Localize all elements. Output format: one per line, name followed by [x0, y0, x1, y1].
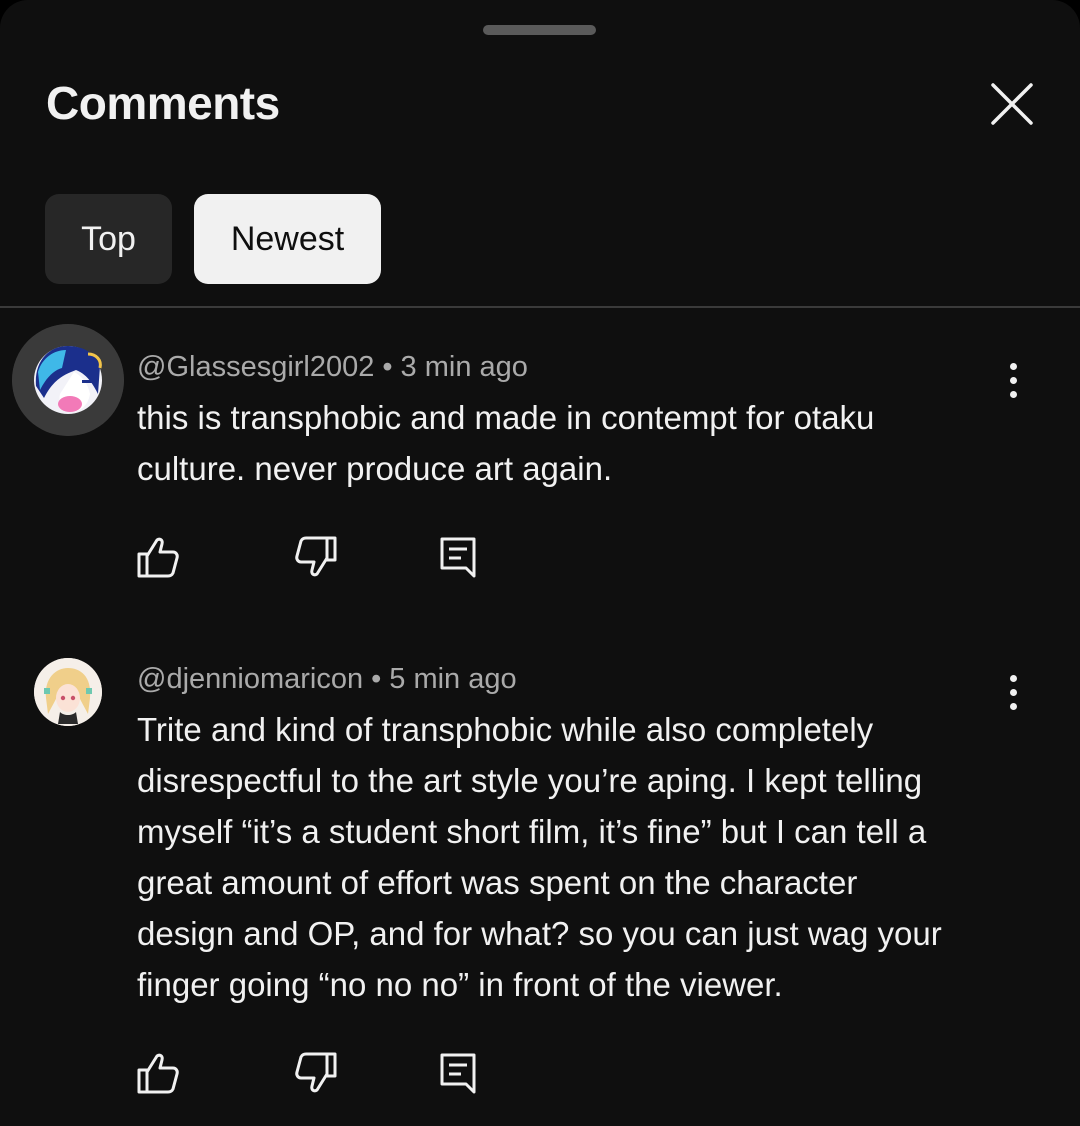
- chip-top[interactable]: Top: [45, 194, 172, 284]
- drag-handle[interactable]: [483, 25, 596, 35]
- meta-separator: •: [382, 351, 393, 383]
- close-button[interactable]: [986, 78, 1038, 130]
- chip-newest[interactable]: Newest: [194, 194, 381, 284]
- comment-meta: @Glassesgirl2002 • 3 min ago: [137, 347, 528, 387]
- reply-button[interactable]: [434, 533, 482, 581]
- dislike-button[interactable]: [292, 1049, 340, 1097]
- comment-line: this is transphobic and made in contempt…: [137, 399, 875, 436]
- comment-author[interactable]: @djenniomaricon: [137, 663, 363, 695]
- thumbs-down-icon: [295, 1052, 337, 1093]
- comments-panel: Comments Top Newest @Glassesgirl2002 • 3…: [0, 0, 1080, 1126]
- comment-meta: @djenniomaricon • 5 min ago: [137, 659, 517, 699]
- dot: [1009, 688, 1017, 696]
- close-icon: [991, 83, 1033, 125]
- comment-text: this is transphobic and made in contempt…: [137, 392, 997, 494]
- comment-line: culture. never produce art again.: [137, 450, 613, 487]
- comment-line: disrespectful to the art style you’re ap…: [137, 762, 923, 799]
- dot: [1009, 674, 1017, 682]
- dot: [1009, 376, 1017, 384]
- reply-comment-icon: [440, 1053, 476, 1094]
- comment-menu-button[interactable]: [996, 667, 1030, 717]
- comment-line: design and OP, and for what? so you can …: [137, 915, 942, 952]
- dislike-button[interactable]: [292, 533, 340, 581]
- thumbs-up-icon: [137, 1053, 179, 1094]
- reply-button[interactable]: [434, 1049, 482, 1097]
- dot: [1009, 362, 1017, 370]
- like-button[interactable]: [134, 533, 182, 581]
- comment-time: 5 min ago: [389, 663, 517, 695]
- avatar[interactable]: [12, 324, 124, 436]
- sort-filter-chips: Top Newest: [45, 194, 381, 284]
- thumbs-up-icon: [137, 537, 179, 578]
- avatar[interactable]: [34, 658, 102, 726]
- anime-avatar-dark-hair-icon: [12, 324, 124, 436]
- thumbs-down-icon: [295, 536, 337, 577]
- comment-text: Trite and kind of transphobic while also…: [137, 704, 997, 1010]
- comment-author[interactable]: @Glassesgirl2002: [137, 351, 374, 383]
- meta-separator: •: [371, 663, 382, 695]
- anime-avatar-blonde-hair-icon: [34, 658, 102, 726]
- comment-line: great amount of effort was spent on the …: [137, 864, 858, 901]
- comment-line: myself “it’s a student short film, it’s …: [137, 813, 927, 850]
- dot: [1009, 702, 1017, 710]
- comment-line: Trite and kind of transphobic while also…: [137, 711, 874, 748]
- comment-time: 3 min ago: [400, 351, 528, 383]
- reply-comment-icon: [440, 537, 476, 578]
- comment-line: finger going “no no no” in front of the …: [137, 966, 783, 1003]
- dot: [1009, 390, 1017, 398]
- like-button[interactable]: [134, 1049, 182, 1097]
- panel-title: Comments: [46, 77, 280, 129]
- comment-menu-button[interactable]: [996, 355, 1030, 405]
- divider: [0, 306, 1080, 308]
